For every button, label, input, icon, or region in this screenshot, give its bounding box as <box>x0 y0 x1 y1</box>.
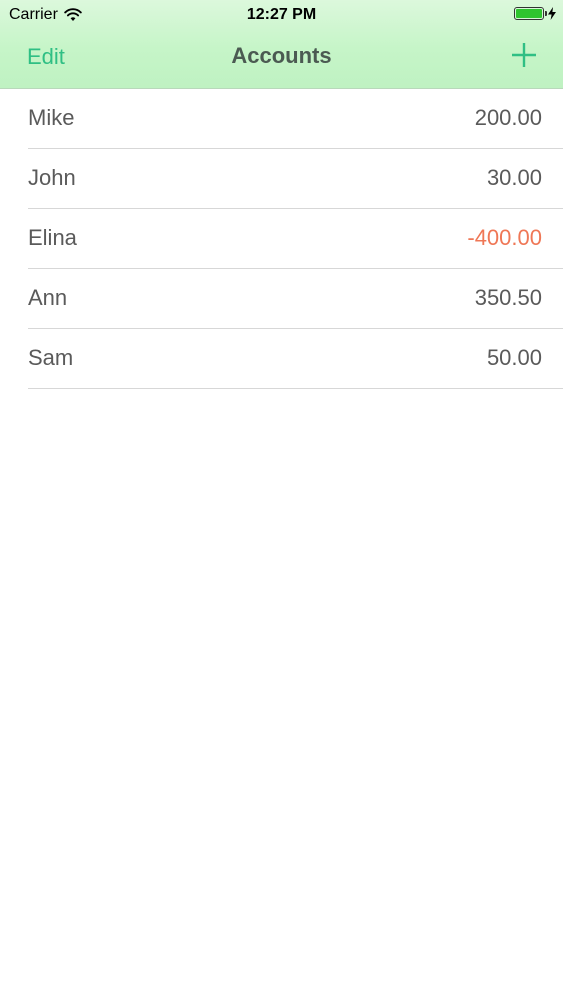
plus-icon[interactable] <box>511 42 537 68</box>
account-row[interactable]: Sam 50.00 <box>28 329 563 389</box>
account-row[interactable]: Mike 200.00 <box>28 89 563 149</box>
account-amount: 350.50 <box>474 285 542 310</box>
charging-bolt-icon <box>548 7 556 20</box>
account-amount: 200.00 <box>474 105 542 130</box>
account-row[interactable]: John 30.00 <box>28 149 563 209</box>
account-amount: 50.00 <box>486 345 542 370</box>
battery-level-fill <box>516 9 542 18</box>
account-name: Ann <box>28 285 68 310</box>
account-name: Elina <box>28 225 77 250</box>
status-time: 12:27 PM <box>246 6 317 23</box>
page-title: Accounts <box>231 43 332 68</box>
account-row[interactable]: Ann 350.50 <box>28 269 563 329</box>
status-bar: Carrier 12:27 PM <box>0 0 563 30</box>
app-screen: Carrier 12:27 PM Edit Accounts Mike 200.… <box>0 0 563 1000</box>
account-amount: -400.00 <box>467 225 542 250</box>
header-area: Carrier 12:27 PM Edit Accounts <box>0 0 563 89</box>
account-name: Sam <box>28 345 74 370</box>
account-name: John <box>28 165 76 190</box>
account-name: Mike <box>28 105 75 130</box>
battery-indicator <box>514 7 556 20</box>
navigation-bar: Edit Accounts <box>0 30 563 88</box>
accounts-list: Mike 200.00 John 30.00 Elina -400.00 Ann 350.50… <box>0 89 563 389</box>
account-amount: 30.00 <box>486 165 542 190</box>
battery-icon <box>514 7 547 20</box>
account-row[interactable]: Elina -400.00 <box>28 209 563 269</box>
